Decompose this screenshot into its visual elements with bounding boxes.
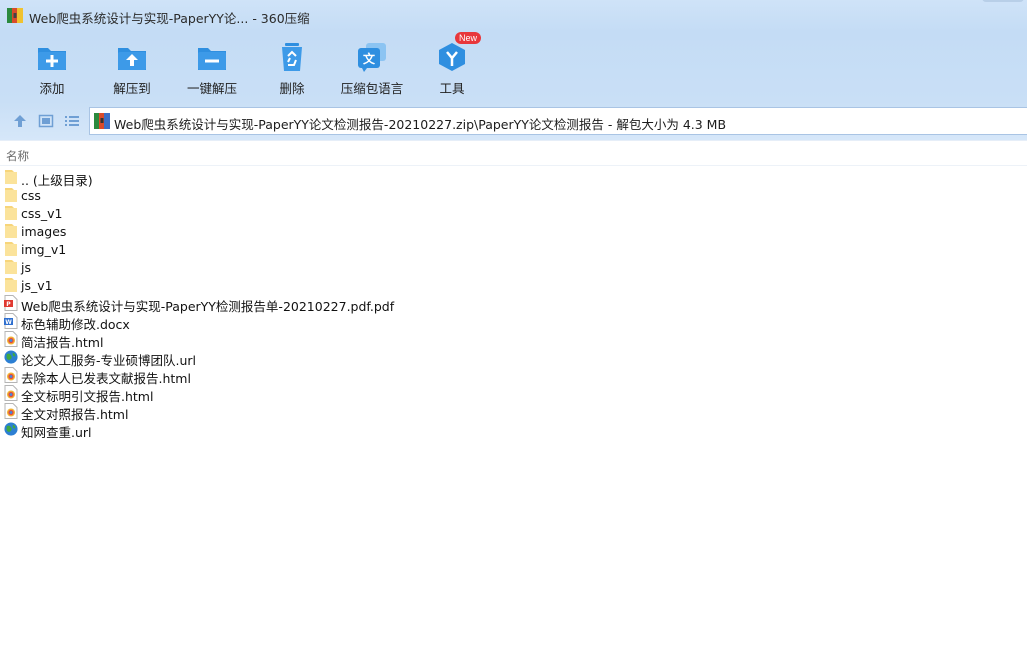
list-item[interactable]: W 标色辅助修改.docx: [0, 312, 1027, 332]
list-view-icon[interactable]: [64, 113, 80, 129]
new-badge: New: [455, 32, 482, 44]
path-text: Web爬虫系统设计与实现-PaperYY论文检测报告-20210227.zip\…: [114, 117, 727, 132]
title-bar: Web爬虫系统设计与实现-PaperYY论... - 360压缩: [0, 0, 1027, 32]
list-item[interactable]: .. (上级目录): [0, 168, 1027, 188]
add-button[interactable]: 添加: [15, 38, 89, 98]
list-item[interactable]: css: [0, 186, 1027, 204]
language-icon: 文: [358, 43, 386, 72]
column-header-name[interactable]: 名称: [6, 148, 29, 164]
window-controls[interactable]: [982, 0, 1024, 2]
item-name: css_v1: [21, 206, 63, 221]
list-item[interactable]: P Web爬虫系统设计与实现-PaperYY检测报告单-20210227.pdf…: [0, 294, 1027, 314]
html-file-icon: [4, 331, 18, 347]
list-item[interactable]: js: [0, 258, 1027, 276]
tools-label: 工具: [439, 81, 465, 96]
window-title: Web爬虫系统设计与实现-PaperYY论... - 360压缩: [29, 11, 310, 26]
archive-icon: [94, 113, 110, 129]
address-bar: Web爬虫系统设计与实现-PaperYY论文检测报告-20210227.zip\…: [0, 102, 1027, 140]
delete-label: 删除: [279, 81, 305, 96]
extract-folder-icon: [118, 48, 146, 70]
item-name: js: [21, 260, 31, 275]
path-field[interactable]: Web爬虫系统设计与实现-PaperYY论文检测报告-20210227.zip\…: [89, 107, 1027, 135]
html-file-icon: [4, 367, 18, 383]
one-click-extract-label: 一键解压: [186, 81, 237, 96]
svg-text:文: 文: [363, 51, 376, 66]
list-header: 名称: [0, 140, 1027, 166]
add-label: 添加: [39, 81, 65, 96]
list-item[interactable]: images: [0, 222, 1027, 240]
item-name: 知网查重.url: [21, 425, 92, 440]
folder-icon: [5, 260, 17, 274]
folder-icon: [5, 242, 17, 256]
recycle-bin-icon: [282, 43, 302, 71]
one-click-extract-button[interactable]: 一键解压: [175, 38, 249, 98]
folder-icon: [5, 206, 17, 220]
word-file-icon: W: [4, 313, 18, 329]
extract-to-button[interactable]: 解压到: [95, 38, 169, 98]
folder-icon: [5, 224, 17, 238]
globe-icon: [4, 422, 18, 436]
extract-to-label: 解压到: [113, 81, 151, 96]
globe-icon: [4, 350, 18, 364]
toolbar: 添加 解压到 一键解压 删除 文 压缩包语言 工具 New: [0, 32, 1027, 102]
svg-text:P: P: [6, 301, 11, 308]
list-item[interactable]: 简洁报告.html: [0, 330, 1027, 350]
tools-button[interactable]: 工具: [415, 38, 489, 98]
svg-text:W: W: [5, 319, 12, 326]
archive-language-label: 压缩包语言: [340, 81, 404, 96]
html-file-icon: [4, 385, 18, 401]
folder-icon: [5, 170, 17, 184]
folder-icon: [5, 278, 17, 292]
one-click-extract-icon: [198, 48, 226, 70]
file-list: .. (上级目录) css css_v1 images img_v1 js js…: [0, 168, 1027, 440]
list-item[interactable]: img_v1: [0, 240, 1027, 258]
item-name: css: [21, 188, 41, 203]
list-item[interactable]: 全文标明引文报告.html: [0, 384, 1027, 404]
list-item[interactable]: js_v1: [0, 276, 1027, 294]
tools-icon: [439, 43, 465, 71]
list-item[interactable]: 去除本人已发表文献报告.html: [0, 366, 1027, 386]
archive-language-button[interactable]: 文 压缩包语言: [335, 38, 409, 98]
list-item[interactable]: 论文人工服务-专业硕博团队.url: [0, 348, 1027, 368]
archive-icon: [7, 8, 23, 23]
thumbnail-view-icon[interactable]: [38, 113, 54, 129]
list-item[interactable]: 全文对照报告.html: [0, 402, 1027, 422]
delete-button[interactable]: 删除: [255, 38, 329, 98]
item-name: img_v1: [21, 242, 67, 257]
app-window: Web爬虫系统设计与实现-PaperYY论... - 360压缩 添加 解压到: [0, 0, 1027, 658]
item-name: js_v1: [21, 278, 53, 293]
item-name: images: [21, 224, 67, 239]
add-folder-icon: [38, 48, 66, 70]
html-file-icon: [4, 403, 18, 419]
list-item[interactable]: css_v1: [0, 204, 1027, 222]
folder-icon: [5, 188, 17, 202]
up-arrow-icon[interactable]: [12, 113, 28, 129]
pdf-file-icon: P: [4, 295, 18, 311]
list-item[interactable]: 知网查重.url: [0, 420, 1027, 440]
